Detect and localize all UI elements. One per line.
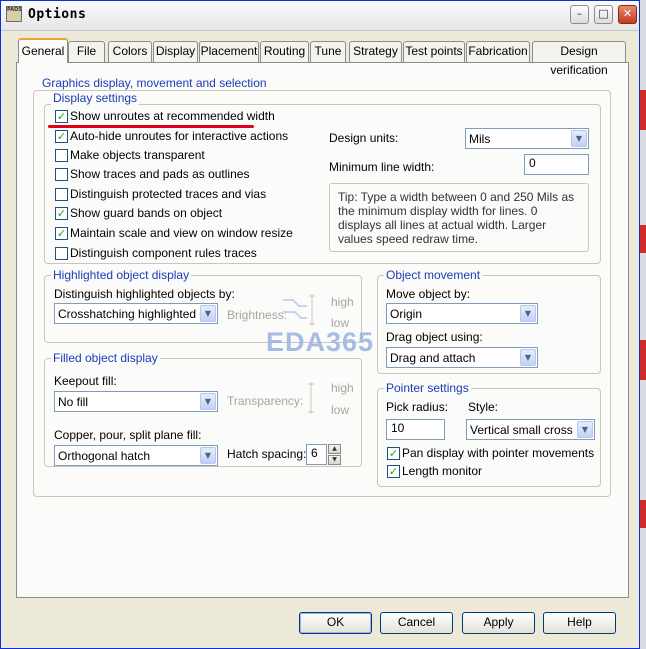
minimize-button[interactable]: – bbox=[570, 5, 589, 24]
app-icon: PADS bbox=[6, 6, 22, 22]
tip-box: Tip: Type a width between 0 and 250 Mils… bbox=[329, 183, 589, 252]
pointer-style-select[interactable]: Vertical small cross ▼ bbox=[466, 419, 595, 440]
show-unroutes-checkbox[interactable]: ✓ bbox=[55, 110, 68, 123]
apply-button[interactable]: Apply bbox=[462, 612, 535, 634]
length-monitor-label: Length monitor bbox=[402, 464, 483, 478]
tab-test-points[interactable]: Test points bbox=[403, 41, 465, 62]
brightness-high-label: high bbox=[331, 295, 354, 309]
spin-down-icon[interactable]: ▼ bbox=[328, 455, 341, 465]
transparency-high-label: high bbox=[331, 381, 354, 395]
maintain-scale-checkbox[interactable]: ✓ bbox=[55, 227, 68, 240]
pan-display-label: Pan display with pointer movements bbox=[402, 446, 595, 460]
keepout-fill-select[interactable]: No fill ▼ bbox=[54, 391, 218, 412]
chevron-down-icon[interactable]: ▼ bbox=[520, 305, 536, 322]
help-button[interactable]: Help bbox=[543, 612, 616, 634]
design-units-select[interactable]: Mils ▼ bbox=[465, 128, 589, 149]
distinguish-by-select[interactable]: Crosshatching highlighted obje ▼ bbox=[54, 303, 218, 324]
keepout-fill-value: No fill bbox=[58, 395, 89, 409]
hatch-spacing-input[interactable]: 6 bbox=[306, 444, 327, 465]
pointer-style-value: Vertical small cross bbox=[470, 423, 573, 437]
drag-using-select[interactable]: Drag and attach ▼ bbox=[386, 347, 538, 368]
background-red-mark bbox=[640, 225, 646, 253]
maintain-scale-label: Maintain scale and view on window resize bbox=[70, 226, 293, 240]
pointer-group-title: Pointer settings bbox=[384, 381, 471, 395]
chevron-down-icon[interactable]: ▼ bbox=[200, 305, 216, 322]
transparency-slider-icon bbox=[306, 380, 316, 416]
close-button[interactable]: ✕ bbox=[618, 5, 637, 24]
window-title: Options bbox=[28, 7, 87, 22]
auto-hide-unroutes-checkbox[interactable]: ✓ bbox=[55, 130, 68, 143]
background-red-mark bbox=[640, 340, 646, 380]
display-settings-title: Display settings bbox=[51, 91, 140, 105]
background-red-mark bbox=[640, 500, 646, 528]
highlighted-group-title: Highlighted object display bbox=[51, 268, 192, 282]
tab-placement[interactable]: Placement bbox=[199, 41, 259, 62]
cancel-button[interactable]: Cancel bbox=[380, 612, 453, 634]
distinguish-component-rules-label: Distinguish component rules traces bbox=[70, 246, 257, 260]
maximize-button[interactable]: □ bbox=[594, 5, 613, 24]
tab-strategy[interactable]: Strategy bbox=[349, 41, 402, 62]
title-bar[interactable] bbox=[1, 1, 638, 31]
background-red-mark bbox=[640, 90, 646, 130]
brightness-slider-icon bbox=[283, 292, 321, 328]
chevron-down-icon[interactable]: ▼ bbox=[200, 447, 216, 464]
make-transparent-label: Make objects transparent bbox=[70, 148, 205, 162]
graphics-group-title: Graphics display, movement and selection bbox=[40, 76, 269, 90]
auto-hide-unroutes-label: Auto-hide unroutes for interactive actio… bbox=[70, 129, 289, 143]
move-by-value: Origin bbox=[390, 307, 423, 321]
pan-display-checkbox[interactable]: ✓ bbox=[387, 447, 400, 460]
make-transparent-checkbox[interactable] bbox=[55, 149, 68, 162]
chevron-down-icon[interactable]: ▼ bbox=[577, 421, 593, 438]
pick-radius-label: Pick radius: bbox=[386, 400, 449, 414]
drag-using-label: Drag object using: bbox=[386, 330, 483, 344]
min-line-width-input[interactable]: 0 bbox=[524, 154, 589, 175]
show-outlines-label: Show traces and pads as outlines bbox=[70, 167, 250, 181]
transparency-label: Transparency: bbox=[227, 394, 304, 408]
chevron-down-icon[interactable]: ▼ bbox=[200, 393, 216, 410]
spin-up-icon[interactable]: ▲ bbox=[328, 444, 341, 454]
movement-group-title: Object movement bbox=[384, 268, 483, 282]
tab-routing[interactable]: Routing bbox=[260, 41, 309, 62]
hatch-spacing-spinner[interactable]: ▲ ▼ bbox=[328, 444, 341, 465]
tab-tune[interactable]: Tune bbox=[310, 41, 346, 62]
distinguish-by-value: Crosshatching highlighted obje bbox=[58, 307, 200, 321]
distinguish-component-rules-checkbox[interactable] bbox=[55, 247, 68, 260]
tab-colors[interactable]: Colors bbox=[108, 41, 152, 62]
distinguish-protected-checkbox[interactable] bbox=[55, 188, 68, 201]
distinguish-protected-label: Distinguish protected traces and vias bbox=[70, 187, 267, 201]
min-line-width-label: Minimum line width: bbox=[329, 160, 435, 174]
show-guard-bands-checkbox[interactable]: ✓ bbox=[55, 207, 68, 220]
filled-group-title: Filled object display bbox=[51, 351, 160, 365]
tab-general[interactable]: General bbox=[18, 38, 68, 63]
show-outlines-checkbox[interactable] bbox=[55, 168, 68, 181]
copper-fill-value: Orthogonal hatch bbox=[58, 449, 151, 463]
watermark-text: EDA365 bbox=[266, 327, 375, 357]
tab-design-verification[interactable]: Design verification bbox=[532, 41, 626, 77]
copper-fill-select[interactable]: Orthogonal hatch ▼ bbox=[54, 445, 218, 466]
ok-button[interactable]: OK bbox=[299, 612, 372, 634]
brightness-label: Brightness: bbox=[227, 308, 288, 322]
design-units-label: Design units: bbox=[329, 131, 399, 145]
copper-fill-label: Copper, pour, split plane fill: bbox=[54, 428, 202, 442]
move-by-select[interactable]: Origin ▼ bbox=[386, 303, 538, 324]
tab-file[interactable]: File bbox=[68, 41, 105, 62]
tab-display[interactable]: Display bbox=[153, 41, 198, 62]
distinguish-by-label: Distinguish highlighted objects by: bbox=[54, 287, 235, 301]
hatch-spacing-label: Hatch spacing: bbox=[227, 447, 307, 461]
red-underline-annotation bbox=[48, 125, 254, 128]
keepout-fill-label: Keepout fill: bbox=[54, 374, 117, 388]
show-unroutes-label: Show unroutes at recommended width bbox=[70, 109, 275, 123]
move-by-label: Move object by: bbox=[386, 287, 471, 301]
design-units-value: Mils bbox=[469, 132, 491, 146]
drag-using-value: Drag and attach bbox=[390, 351, 476, 365]
transparency-low-label: low bbox=[331, 403, 350, 417]
style-label: Style: bbox=[468, 400, 499, 414]
chevron-down-icon[interactable]: ▼ bbox=[571, 130, 587, 147]
pick-radius-input[interactable]: 10 bbox=[386, 419, 445, 440]
length-monitor-checkbox[interactable]: ✓ bbox=[387, 465, 400, 478]
tab-fabrication[interactable]: Fabrication bbox=[466, 41, 530, 62]
chevron-down-icon[interactable]: ▼ bbox=[520, 349, 536, 366]
show-guard-bands-label: Show guard bands on object bbox=[70, 206, 223, 220]
